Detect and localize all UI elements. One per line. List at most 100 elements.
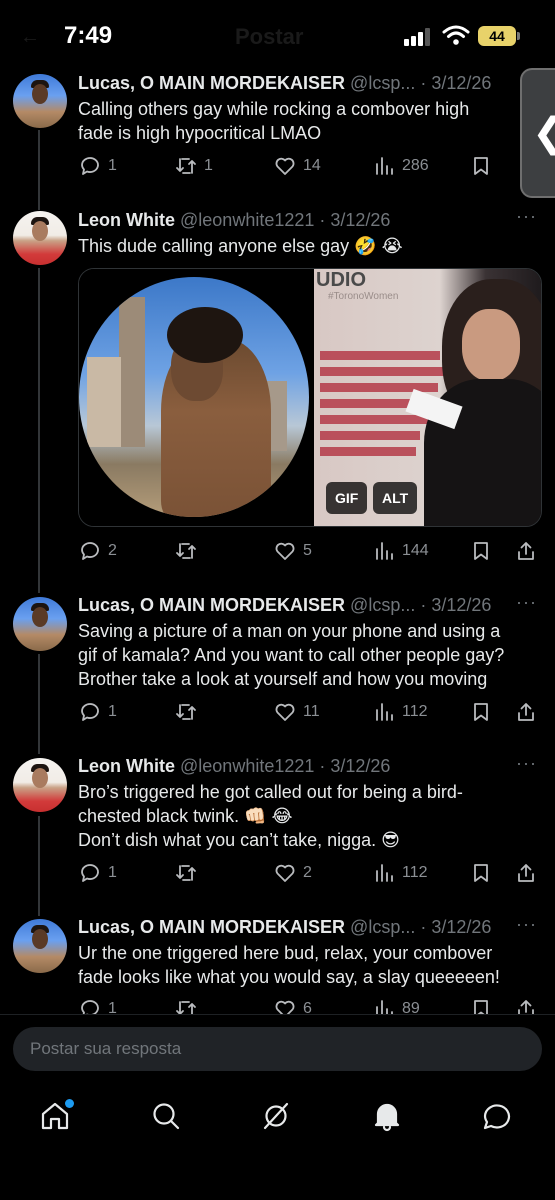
views-button[interactable]: 112 [372,697,428,727]
tweet-date: 3/12/26 [330,756,391,776]
views-button[interactable]: 112 [372,858,428,888]
avatar[interactable] [13,758,67,812]
tweet-date: 3/12/26 [431,917,492,937]
reply-button[interactable]: 2 [78,536,117,566]
share-icon [518,703,534,721]
repost-icon [176,865,196,881]
like-icon [275,157,295,175]
reply-icon [81,864,99,882]
notifications-icon [374,1103,400,1132]
bookmark-icon [474,864,488,882]
author-handle[interactable]: @leonwhite1221 [180,756,314,776]
tab-home[interactable] [38,1099,78,1139]
share-button[interactable] [514,858,538,888]
bookmark-icon [474,703,488,721]
more-options-icon[interactable]: ··· [516,753,537,774]
bookmark-button[interactable] [469,697,493,727]
repost-button[interactable]: 1 [174,151,213,181]
bookmark-button[interactable] [469,151,493,181]
tweet-text: This dude calling anyone else gay 🤣 😭 [78,236,403,256]
notification-dot [65,1099,74,1108]
views-button[interactable]: 144 [372,536,429,566]
tweet-text: Saving a picture of a man on your phone … [78,621,505,689]
reply-icon [81,542,99,560]
thread-line [38,268,40,593]
bookmark-icon [474,542,488,560]
bookmark-button[interactable] [469,536,493,566]
tweet-text: Ur the one triggered here bud, relax, yo… [78,943,500,987]
author-name[interactable]: Lucas, O MAIN MORDEKAISER [78,917,345,937]
like-icon [275,864,295,882]
tweet-date: 3/12/26 [431,73,492,93]
more-options-icon[interactable]: ··· [516,592,537,613]
like-button[interactable]: 11 [273,697,320,727]
tab-search[interactable] [149,1099,189,1139]
bookmark-icon [474,157,488,175]
author-handle[interactable]: @lcsp... [350,595,415,615]
author-handle[interactable]: @leonwhite1221 [180,210,314,230]
share-icon [518,542,534,560]
tweet-actions: 2 5 144 [78,536,538,566]
views-button[interactable]: 286 [372,151,429,181]
avatar[interactable] [13,597,67,651]
author-name[interactable]: Leon White [78,210,175,230]
like-button[interactable]: 5 [273,536,312,566]
share-button[interactable] [514,536,538,566]
tweet-date: 3/12/26 [330,210,391,230]
tweet-actions: 1 1 14 286 [78,151,538,181]
tab-bar [0,1099,555,1159]
thread-line [38,654,40,754]
avatar[interactable] [13,919,67,973]
repost-icon [176,543,196,559]
author-handle[interactable]: @lcsp... [350,917,415,937]
tab-messages[interactable] [480,1099,520,1139]
tab-notifications[interactable] [370,1099,410,1139]
author-name[interactable]: Lucas, O MAIN MORDEKAISER [78,595,345,615]
reply-button[interactable]: 1 [78,858,117,888]
like-icon [275,542,295,560]
share-button[interactable] [514,697,538,727]
reply-input[interactable]: Postar sua resposta [13,1027,542,1071]
reply-icon [81,157,99,175]
tweet-text: Bro’s triggered he got called out for be… [78,782,463,850]
alt-badge[interactable]: ALT [373,482,418,514]
tweet-text: Calling others gay while rocking a combo… [78,99,470,143]
like-button[interactable]: 2 [273,858,312,888]
search-icon [153,1103,180,1130]
signal-icon [404,28,434,46]
back-arrow-icon[interactable]: ← [20,26,40,49]
page-title: Postar [235,24,304,49]
author-name[interactable]: Lucas, O MAIN MORDEKAISER [78,73,345,93]
avatar[interactable] [13,74,67,128]
reply-icon [81,703,99,721]
views-icon [376,542,393,560]
bookmark-button[interactable] [469,858,493,888]
media-grid[interactable]: UDIO #ToronoWomen GIF ALT [78,268,542,527]
more-options-icon[interactable]: ··· [516,206,537,227]
avatar[interactable] [13,211,67,265]
thread-line [38,816,40,916]
tweet-actions: 1 11 112 [78,697,538,727]
views-icon [376,703,393,721]
views-icon [376,157,393,175]
author-name[interactable]: Leon White [78,756,175,776]
repost-icon [176,704,196,720]
like-button[interactable]: 14 [273,151,321,181]
tab-grok[interactable] [259,1099,299,1139]
circular-photo [79,277,309,517]
views-icon [376,864,393,882]
photo[interactable] [79,269,312,526]
wifi-icon [442,25,470,45]
repost-button[interactable] [174,697,204,727]
tweet-date: 3/12/26 [431,595,492,615]
reply-button[interactable]: 1 [78,151,117,181]
thread-line [38,130,40,210]
repost-button[interactable] [174,536,204,566]
share-icon [518,864,534,882]
clock: 7:49 [64,22,113,49]
gif-badge[interactable]: GIF [326,482,368,514]
repost-button[interactable] [174,858,204,888]
author-handle[interactable]: @lcsp... [350,73,415,93]
more-options-icon[interactable]: ··· [516,914,537,935]
reply-button[interactable]: 1 [78,697,117,727]
